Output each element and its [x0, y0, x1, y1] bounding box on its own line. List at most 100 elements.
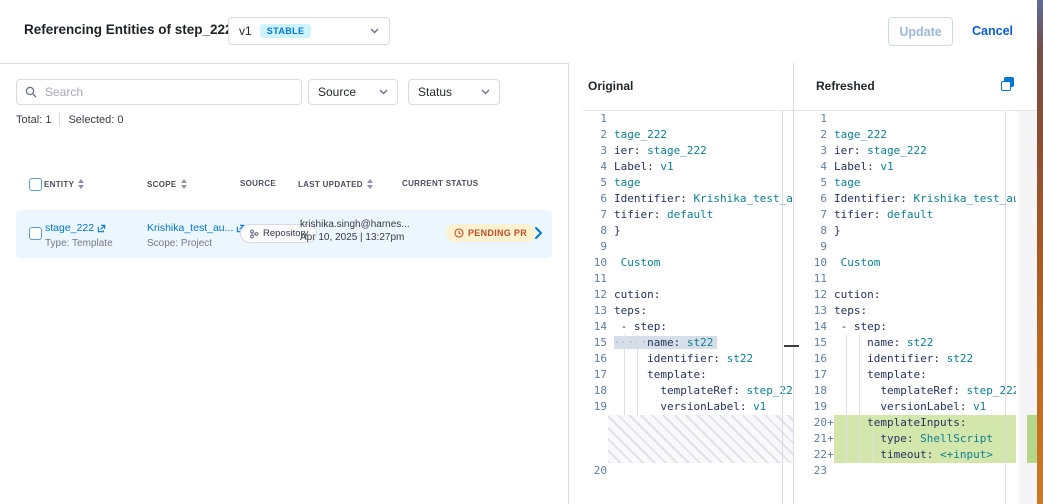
code-line-10: 10Custom — [583, 255, 793, 271]
code-line-18: 18templateRef: step_222 — [583, 383, 793, 399]
code-text: - step: — [834, 319, 1016, 335]
code-text: timeout: <+input> — [834, 447, 1016, 463]
selected-count: Selected: 0 — [68, 114, 123, 126]
column-header-scope[interactable]: SCOPE — [147, 179, 187, 189]
code-text: identifier: st22 — [614, 351, 793, 367]
last-updated-cell: krishika.singh@harnes... Apr 10, 2025 | … — [300, 219, 410, 243]
code-text: Label: v1 — [614, 159, 793, 175]
column-header-last-updated[interactable]: LAST UPDATED — [298, 179, 373, 189]
sort-icon[interactable] — [181, 179, 187, 189]
cancel-button[interactable]: Cancel — [966, 23, 1019, 39]
background-page-edge — [1037, 0, 1043, 504]
code-line-17: 17template: — [583, 367, 793, 383]
search-input[interactable] — [43, 84, 293, 100]
table-row[interactable]: stage_222 Type: Template Krishika_test_a… — [16, 210, 552, 258]
code-text: templateInputs: — [834, 415, 1016, 431]
stable-badge: STABLE — [260, 24, 312, 38]
code-text: ·····name: st22 — [614, 335, 793, 351]
line-number: 4 — [583, 159, 607, 175]
gutter-spacer — [827, 111, 834, 127]
line-number: 5 — [583, 175, 607, 191]
scope-link[interactable]: Krishika_test_au... — [147, 222, 245, 234]
line-number: 2 — [805, 127, 827, 143]
selection-highlight: ·····name: st22 — [614, 336, 717, 349]
sort-icon[interactable] — [78, 179, 84, 189]
code-text: } — [614, 223, 793, 239]
line-number: 14 — [583, 319, 607, 335]
code-text: Identifier: Krishika_test_aut — [614, 191, 793, 207]
gutter-spacer — [607, 111, 614, 127]
total-count: Total: 1 — [16, 114, 51, 126]
code-text: tage_222 — [834, 127, 1016, 143]
diff-minimap[interactable] — [1019, 111, 1037, 504]
diff-panel-left-border — [568, 63, 569, 504]
code-line-1: 1 — [805, 111, 1016, 127]
code-line-20: 20+templateInputs: — [805, 415, 1016, 431]
column-header-entity[interactable]: ENTITY — [44, 179, 84, 189]
refreshed-pane-title: Refreshed — [816, 79, 875, 93]
scope-sub: Scope: Project — [147, 238, 245, 249]
entity-link[interactable]: stage_222 — [45, 222, 106, 234]
code-line-13: 13 teps: — [583, 303, 793, 319]
diff-collapsed-region — [608, 415, 793, 463]
code-line-19: 19versionLabel: v1 — [583, 399, 793, 415]
code-line-15: 15 name: st22 — [805, 335, 1016, 351]
code-line-8: 8} — [805, 223, 1016, 239]
gutter-spacer — [607, 143, 614, 159]
code-text: tage — [834, 175, 1016, 191]
header-divider — [0, 63, 568, 64]
code-line-23: 23 — [805, 463, 1016, 479]
original-code-pane[interactable]: 12tage_2223ier: stage_2224Label: v15tage… — [583, 111, 793, 504]
sort-icon[interactable] — [367, 179, 373, 189]
line-number: 7 — [583, 207, 607, 223]
code-text: tage — [614, 175, 793, 191]
source-filter-dropdown[interactable]: Source — [308, 79, 398, 105]
refreshed-code-pane[interactable]: 12tage_2223ier: stage_2224Label: v15tage… — [805, 111, 1016, 504]
gutter-spacer — [827, 383, 834, 399]
code-line-9: 9 — [583, 239, 793, 255]
code-line-5: 5 tage — [583, 175, 793, 191]
line-number: 15 — [805, 335, 827, 351]
code-line-12: 12cution: — [805, 287, 1016, 303]
code-text — [614, 271, 793, 287]
line-number: 13 — [583, 303, 607, 319]
line-number: 9 — [805, 239, 827, 255]
code-text: Custom — [614, 255, 793, 271]
external-link-icon[interactable] — [97, 224, 106, 233]
code-text: name: st22 — [834, 335, 1016, 351]
code-text: ier: stage_222 — [614, 143, 793, 159]
code-line-12: 12cution: — [583, 287, 793, 303]
indent-guide — [859, 335, 860, 463]
indent-guide — [872, 431, 873, 463]
code-line-9: 9 — [805, 239, 1016, 255]
gutter-spacer — [607, 463, 614, 479]
code-text: teps: — [614, 303, 793, 319]
source-filter-label: Source — [318, 85, 356, 99]
code-line-3: 3ier: stage_222 — [805, 143, 1016, 159]
indent-guide — [846, 335, 847, 463]
line-number: 16 — [583, 351, 607, 367]
gutter-spacer — [607, 303, 614, 319]
code-text: templateRef: step_222 — [614, 383, 793, 399]
version-dropdown[interactable]: v1 STABLE — [228, 17, 390, 45]
row-checkbox[interactable] — [29, 227, 42, 240]
copy-icon[interactable] — [1001, 77, 1016, 92]
table-header: ENTITY SCOPE SOURCE LAST UPDATED CURRENT… — [0, 172, 568, 198]
code-line-8: 8} — [583, 223, 793, 239]
code-line-21: 21+type: ShellScript — [805, 431, 1016, 447]
pending-pr-badge: PENDING PR — [446, 224, 535, 242]
update-button[interactable]: Update — [888, 17, 953, 46]
code-text: tifier: default — [614, 207, 793, 223]
gutter-spacer — [827, 143, 834, 159]
code-text: - step: — [614, 319, 793, 335]
select-all-checkbox[interactable] — [29, 178, 42, 191]
diff-change-marker — [784, 345, 799, 347]
status-filter-dropdown[interactable]: Status — [408, 79, 500, 105]
code-text — [614, 463, 793, 479]
gutter-spacer — [607, 383, 614, 399]
gutter-spacer — [607, 319, 614, 335]
gutter-spacer — [827, 127, 834, 143]
gutter-spacer — [827, 287, 834, 303]
gutter-spacer — [607, 127, 614, 143]
chevron-right-icon[interactable] — [534, 226, 543, 240]
